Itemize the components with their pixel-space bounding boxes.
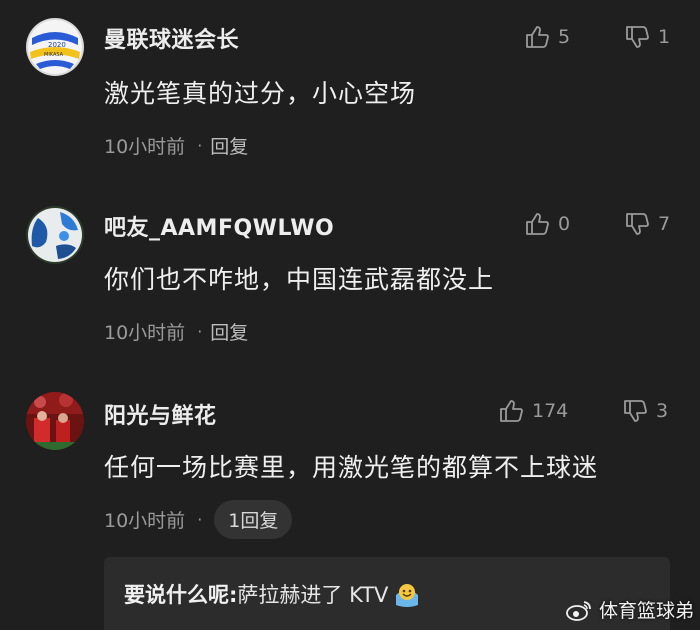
reply-button[interactable]: 回复 — [210, 318, 248, 345]
thumbs-down-icon — [626, 26, 649, 48]
svg-text:2020: 2020 — [48, 41, 66, 49]
dislike-count: 1 — [658, 26, 671, 48]
username[interactable]: 吧友_AAMFQWLWO — [104, 210, 334, 242]
avatar[interactable] — [26, 206, 84, 264]
weibo-watermark: 体育篮球弟 — [565, 596, 694, 623]
avatar[interactable]: 2020 MIKASA — [26, 18, 84, 76]
replies-button[interactable]: 1回复 — [214, 500, 293, 539]
crowd-photo-avatar-image — [26, 392, 84, 450]
timestamp: 10小时前 — [104, 510, 186, 532]
dislike-count: 7 — [658, 213, 671, 235]
reply-preview-label: 要说什么呢: — [124, 583, 238, 607]
avatar[interactable] — [26, 392, 84, 450]
separator-dot: · — [197, 136, 203, 155]
watermark-text: 体育篮球弟 — [598, 600, 694, 622]
thumbs-down-icon — [626, 213, 649, 235]
timestamp: 10小时前 — [104, 322, 186, 344]
reply-preview-text: 萨拉赫进了 KTV — [237, 583, 389, 607]
username[interactable]: 曼联球迷会长 — [104, 22, 239, 54]
comment-list-page: 2020 MIKASA 曼联球迷会长 5 1 激光笔真的过分，小心空场 10小时… — [0, 0, 700, 630]
weibo-logo-icon — [566, 600, 591, 621]
volleyball-avatar-image: 2020 MIKASA — [26, 18, 84, 76]
soccer-ball-avatar-image — [26, 206, 84, 264]
reply-preview: 要说什么呢: 萨拉赫进了 KTV — [124, 579, 422, 609]
svg-text:MIKASA: MIKASA — [44, 52, 64, 58]
dislike-count: 3 — [656, 400, 669, 422]
thumbs-up-icon — [526, 26, 549, 48]
dislike-button[interactable]: 7 — [624, 211, 670, 237]
timestamp: 10小时前 — [104, 136, 186, 158]
thumbs-up-icon — [500, 400, 523, 422]
separator-dot: · — [197, 322, 203, 341]
like-button[interactable]: 174 — [498, 398, 568, 424]
comment-text: 任何一场比赛里，用激光笔的都算不上球迷 — [104, 453, 599, 482]
comment-meta: 10小时前 · 回复 — [104, 318, 248, 345]
grinning-emoji-icon — [396, 584, 419, 607]
comment-meta: 10小时前 · 1回复 — [104, 500, 293, 539]
separator-dot: · — [197, 510, 203, 529]
like-count: 0 — [558, 213, 571, 235]
dislike-button[interactable]: 1 — [624, 24, 670, 50]
like-count: 174 — [532, 400, 569, 422]
comment-text: 你们也不咋地，中国连武磊都没上 — [104, 265, 495, 294]
comment-text: 激光笔真的过分，小心空场 — [104, 79, 417, 108]
like-button[interactable]: 0 — [524, 211, 570, 237]
comment-meta: 10小时前 · 回复 — [104, 132, 248, 159]
dislike-button[interactable]: 3 — [622, 398, 668, 424]
like-button[interactable]: 5 — [524, 24, 570, 50]
like-count: 5 — [558, 26, 571, 48]
thumbs-down-icon — [624, 400, 647, 422]
reply-button[interactable]: 回复 — [210, 132, 248, 159]
thumbs-up-icon — [526, 213, 549, 235]
username[interactable]: 阳光与鲜花 — [104, 398, 217, 430]
